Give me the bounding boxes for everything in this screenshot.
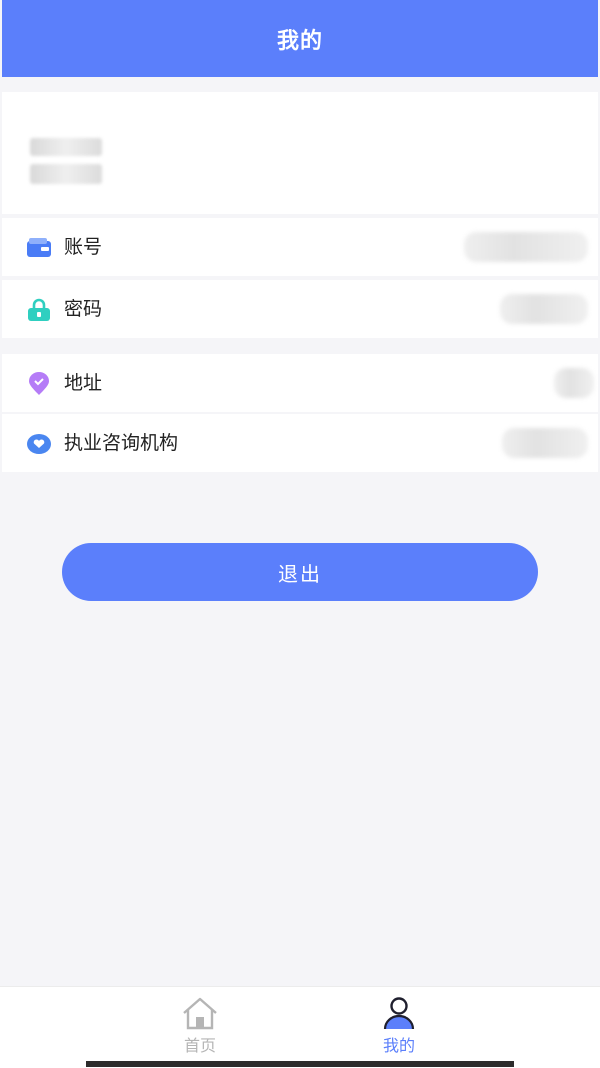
tab-label: 我的 bbox=[382, 1036, 415, 1055]
wallet-card-icon bbox=[26, 236, 52, 260]
page-title: 我的 bbox=[276, 28, 323, 54]
username-redacted bbox=[30, 164, 102, 184]
menu-item-address[interactable]: 地址 bbox=[2, 354, 598, 412]
tab-home[interactable]: 首页 bbox=[150, 995, 250, 1057]
avatar-placeholder-redacted bbox=[30, 138, 102, 156]
home-indicator-bar bbox=[86, 1061, 514, 1067]
profile-card[interactable] bbox=[2, 92, 598, 214]
top-nav-bar: 我的 bbox=[2, 0, 598, 77]
logout-button[interactable]: 退出 bbox=[62, 543, 538, 601]
user-icon bbox=[379, 995, 419, 1037]
heart-badge-icon bbox=[26, 432, 52, 456]
lock-icon bbox=[26, 298, 52, 322]
menu-item-label: 执业咨询机构 bbox=[64, 432, 179, 454]
location-pin-icon bbox=[26, 372, 52, 396]
address-value-redacted bbox=[554, 368, 594, 398]
home-icon bbox=[180, 995, 220, 1037]
tab-mine[interactable]: 我的 bbox=[349, 995, 449, 1057]
password-value-redacted bbox=[500, 294, 588, 324]
menu-item-institution[interactable]: 执业咨询机构 bbox=[2, 414, 598, 472]
tab-label: 首页 bbox=[183, 1036, 216, 1055]
menu-item-label: 地址 bbox=[64, 372, 103, 394]
menu-item-account[interactable]: 账号 bbox=[2, 218, 598, 276]
menu-item-label: 密码 bbox=[64, 298, 103, 320]
menu-item-label: 账号 bbox=[64, 236, 103, 258]
menu-item-password[interactable]: 密码 bbox=[2, 280, 598, 338]
account-value-redacted bbox=[464, 232, 588, 262]
institution-value-redacted bbox=[502, 428, 588, 458]
bottom-tab-bar: 首页 我的 bbox=[0, 986, 600, 1068]
